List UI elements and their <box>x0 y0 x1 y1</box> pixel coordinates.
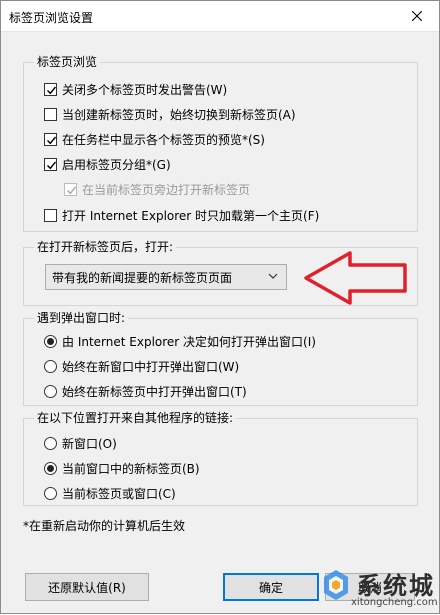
checkbox[interactable] <box>44 107 57 121</box>
radio-button[interactable] <box>44 461 57 475</box>
radio-new-tab[interactable]: 始终在新标签页中打开弹出窗口(T) <box>44 382 247 400</box>
restore-defaults-button[interactable]: 还原默认值(R) <box>25 573 149 601</box>
checkbox-first-home-page[interactable]: 打开 Internet Explorer 时只加载第一个主页(F) <box>44 206 319 224</box>
radio-links-current[interactable]: 当前标签页或窗口(C) <box>44 484 176 502</box>
checkbox-open-next-to-current[interactable]: 在当前标签页旁边打开新标签页 <box>64 180 250 198</box>
checkbox-label: 在任务栏中显示各个标签页的预览*(S) <box>62 132 265 147</box>
ok-button[interactable]: 确定 <box>223 573 319 601</box>
radio-button[interactable] <box>44 334 57 348</box>
radio-button[interactable] <box>44 486 57 500</box>
checkbox[interactable] <box>44 157 57 171</box>
radio-links-new-window[interactable]: 新窗口(O) <box>44 434 117 452</box>
dropdown-value: 带有我的新闻提要的新标签页页面 <box>52 270 233 285</box>
checkbox-label: 打开 Internet Explorer 时只加载第一个主页(F) <box>62 208 320 223</box>
annotation-arrow-icon <box>304 251 407 305</box>
radio-label: 由 Internet Explorer 决定如何打开弹出窗口(I) <box>62 334 316 349</box>
checkbox-label: 在当前标签页旁边打开新标签页 <box>82 182 251 197</box>
checkbox[interactable] <box>44 208 57 222</box>
radio-label: 始终在新窗口中打开弹出窗口(W) <box>62 359 240 374</box>
restart-footnote: *在重新启动你的计算机后生效 <box>23 519 186 533</box>
check-icon <box>67 186 77 194</box>
check-icon <box>47 161 57 169</box>
radio-label: 当前窗口中的新标签页(B) <box>62 461 200 476</box>
group-title: 标签页浏览 <box>34 55 101 70</box>
watermark-logo-icon <box>324 570 348 600</box>
checkbox[interactable] <box>44 82 57 96</box>
check-icon <box>47 136 57 144</box>
popups-group: 遇到弹出窗口时: 由 Internet Explorer 决定如何打开弹出窗口(… <box>23 311 418 406</box>
watermark-url: xitongcheng.com <box>351 597 438 608</box>
checkbox[interactable] <box>64 182 77 196</box>
checkbox-tab-groups[interactable]: 启用标签页分组*(G) <box>44 155 171 173</box>
radio-label: 新窗口(O) <box>62 436 117 451</box>
watermark: 系统城 xitongcheng.com <box>321 566 440 615</box>
group-title: 在打开新标签页后，打开: <box>34 240 177 255</box>
chevron-down-icon <box>268 273 278 279</box>
radio-button[interactable] <box>44 384 57 398</box>
tab-browsing-group: 标签页浏览 关闭多个标签页时发出警告(W) 当创建新标签页时，始终切换到新标签页… <box>23 55 418 232</box>
radio-label: 当前标签页或窗口(C) <box>62 486 176 501</box>
title-bar: 标签页浏览设置 <box>1 1 439 32</box>
radio-button[interactable] <box>44 436 57 450</box>
group-title: 在以下位置打开来自其他程序的链接: <box>34 411 237 426</box>
close-button[interactable] <box>395 1 439 31</box>
checkbox-label: 关闭多个标签页时发出警告(W) <box>62 82 228 97</box>
radio-ie-decides[interactable]: 由 Internet Explorer 决定如何打开弹出窗口(I) <box>44 332 316 350</box>
dialog-window: 标签页浏览设置 标签页浏览 关闭多个标签页时发出警告(W) 当创建新标签页时，始… <box>0 0 440 614</box>
checkbox-taskbar-previews[interactable]: 在任务栏中显示各个标签页的预览*(S) <box>44 130 265 148</box>
close-icon <box>412 11 422 21</box>
links-group: 在以下位置打开来自其他程序的链接: 新窗口(O) 当前窗口中的新标签页(B) 当… <box>23 411 418 506</box>
checkbox-label: 当创建新标签页时，始终切换到新标签页(A) <box>62 107 296 122</box>
checkbox-label: 启用标签页分组*(G) <box>62 157 171 172</box>
watermark-text: 系统城 <box>357 572 435 600</box>
radio-new-window[interactable]: 始终在新窗口中打开弹出窗口(W) <box>44 357 239 375</box>
radio-label: 始终在新标签页中打开弹出窗口(T) <box>62 384 247 399</box>
checkbox[interactable] <box>44 132 57 146</box>
radio-links-new-tab[interactable]: 当前窗口中的新标签页(B) <box>44 459 200 477</box>
check-icon <box>47 86 57 94</box>
new-tab-dropdown[interactable]: 带有我的新闻提要的新标签页页面 <box>45 264 287 290</box>
checkbox-switch-new-tab[interactable]: 当创建新标签页时，始终切换到新标签页(A) <box>44 105 296 123</box>
window-title: 标签页浏览设置 <box>9 11 94 25</box>
checkbox-warn-close[interactable]: 关闭多个标签页时发出警告(W) <box>44 80 227 98</box>
radio-button[interactable] <box>44 359 57 373</box>
group-title: 遇到弹出窗口时: <box>34 311 129 326</box>
